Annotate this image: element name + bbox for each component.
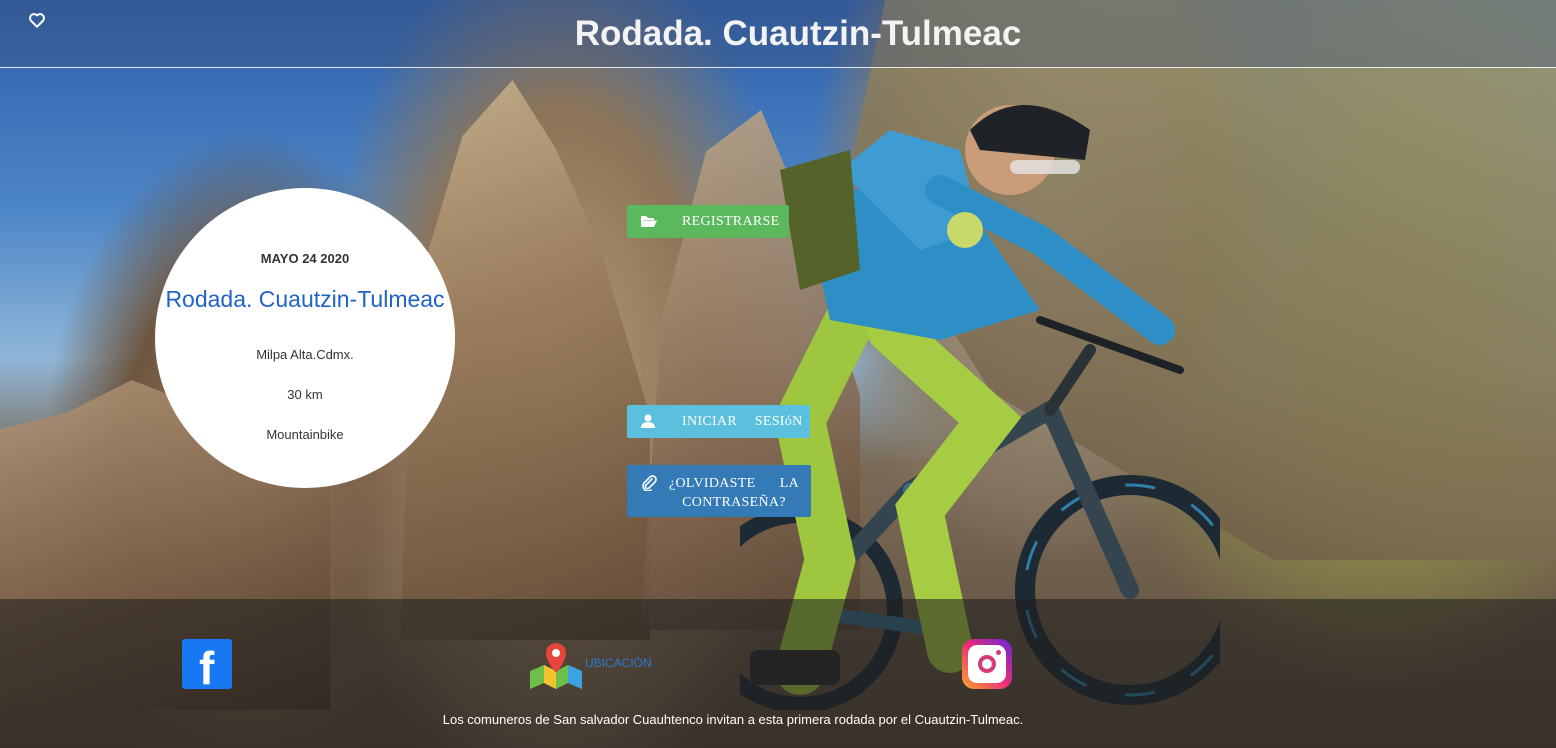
register-label: REGISTRARSE <box>682 214 780 229</box>
facebook-icon[interactable]: f <box>182 639 232 691</box>
event-info-card: MAYO 24 2020 Rodada. Cuautzin-Tulmeac Mi… <box>155 188 455 488</box>
event-location: Milpa Alta.Cdmx. <box>256 347 354 362</box>
event-type: Mountainbike <box>266 427 344 442</box>
forgot-password-button[interactable]: ¿OLVIDASTE LA CONTRASEÑA? <box>627 465 811 517</box>
paperclip-icon <box>641 475 657 492</box>
folder-open-icon <box>641 214 657 230</box>
event-distance: 30 km <box>287 387 323 402</box>
location-link[interactable]: UBICACIÓN <box>585 656 652 670</box>
forgot-password-label: ¿OLVIDASTE LA CONTRASEÑA? <box>669 476 799 510</box>
map-pin-icon[interactable] <box>530 641 582 689</box>
page-title: Rodada. Cuautzin-Tulmeac <box>574 14 1022 53</box>
login-button[interactable]: INICIAR SESIóN <box>627 405 810 438</box>
top-bar: Rodada. Cuautzin-Tulmeac <box>0 0 1556 68</box>
footer-message: Los comuneros de San salvador Cuauhtenco… <box>442 712 1024 727</box>
event-name: Rodada. Cuautzin-Tulmeac <box>165 286 445 312</box>
user-icon <box>641 414 657 430</box>
register-button[interactable]: REGISTRARSE <box>627 205 789 238</box>
login-label: INICIAR SESIóN <box>682 414 803 429</box>
event-date: MAYO 24 2020 <box>260 251 350 266</box>
footer: f UBICACIÓN Los comuneros de San salvado… <box>0 599 1556 748</box>
instagram-icon[interactable] <box>962 639 1012 689</box>
